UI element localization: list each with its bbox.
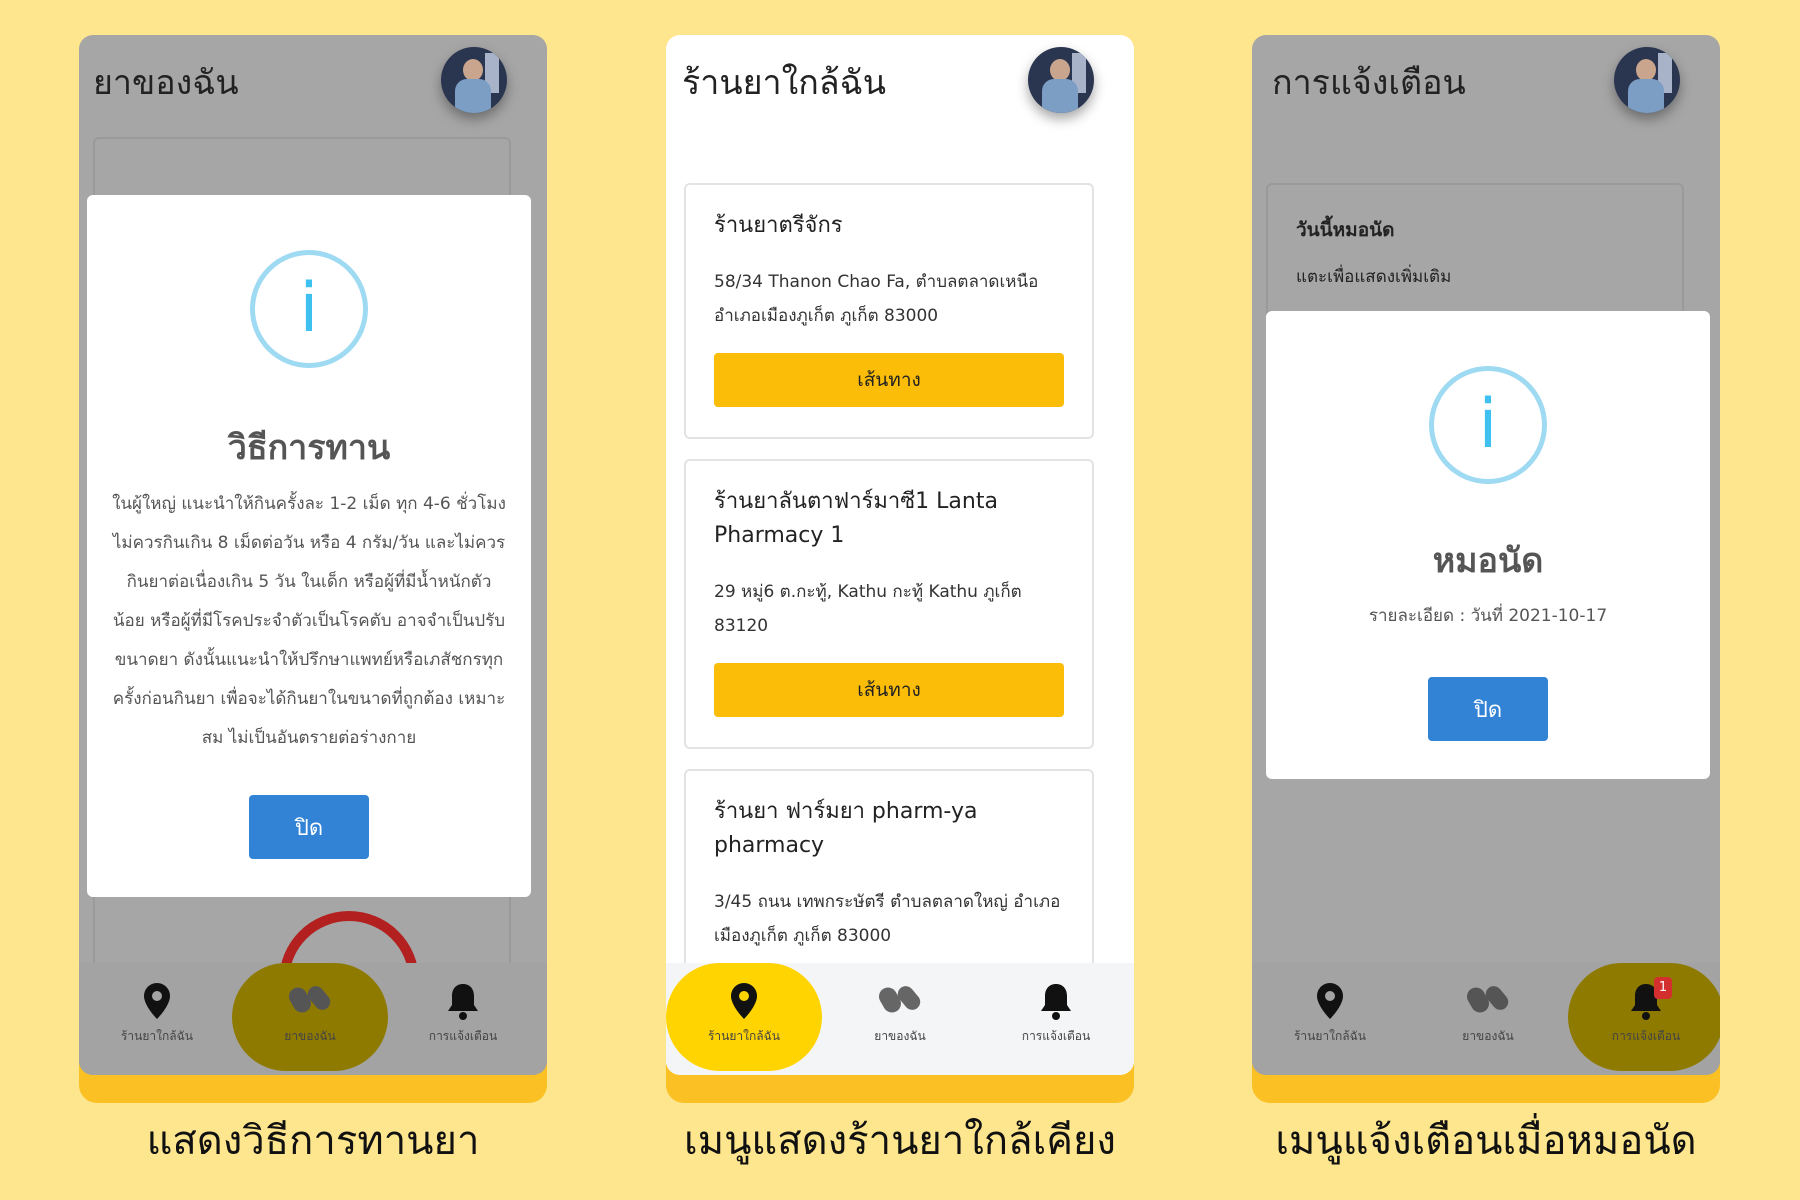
phone-nearby: ร้านยาใกล้ฉัน ร้านยาตรีจักร 58/34 Thanon… xyxy=(666,35,1134,1103)
notification-title: วันนี้หมอนัด xyxy=(1296,219,1395,241)
pharmacy-name: ร้านยาลันตาฟาร์มาซี1 Lanta Pharmacy 1 xyxy=(714,489,998,548)
nav-item-my-meds[interactable]: ยาของฉัน xyxy=(822,963,978,1075)
caption-my-meds: แสดงวิธีการทานยา xyxy=(146,1118,480,1164)
pills-icon xyxy=(1467,986,1509,1013)
map-pin-icon xyxy=(1317,983,1343,1019)
pharmacy-address: 3/45 ถนน เทพกระษัตรี ตำบลตลาดใหญ่ อำเภอเ… xyxy=(714,892,1061,946)
bell-icon xyxy=(448,984,478,1020)
notification-subtitle: แตะเพื่อแสดงเพิ่มเติม xyxy=(1296,267,1452,287)
phone-screen: ร้านยาใกล้ฉัน ร้านยาตรีจักร 58/34 Thanon… xyxy=(666,35,1134,1075)
pharmacy-name: ร้านยาตรีจักร xyxy=(714,213,843,238)
nav-label: ร้านยาใกล้ฉัน xyxy=(120,1029,193,1043)
modal-title: วิธีการทาน xyxy=(227,428,391,468)
pills-icon xyxy=(879,986,921,1013)
app-header: การแจ้งเตือน xyxy=(1252,35,1720,125)
close-button[interactable]: ปิด xyxy=(249,795,369,859)
page-title: ร้านยาใกล้ฉัน xyxy=(682,63,887,103)
avatar[interactable] xyxy=(441,47,507,113)
directions-button[interactable]: เส้นทาง xyxy=(714,353,1064,407)
bottom-nav: ร้านยาใกล้ฉัน ยาของฉัน การแจ้งเตือน xyxy=(666,963,1134,1075)
phone-screen: ยาของฉัน ร้านยาใกล้ฉัน ยาของฉัน การแจ้งเ… xyxy=(79,35,547,1075)
pharmacy-card: ร้านยาลันตาฟาร์มาซี1 Lanta Pharmacy 1 29… xyxy=(684,459,1094,749)
pills-icon xyxy=(289,986,331,1013)
nav-label: ยาของฉัน xyxy=(1462,1029,1514,1043)
app-header: ร้านยาใกล้ฉัน xyxy=(666,35,1134,125)
bell-icon xyxy=(1041,984,1071,1020)
pharmacy-address: 29 หมู่6 ต.กะทู้, Kathu กะทู้ Kathu ภูเก… xyxy=(714,582,1022,636)
modal-text: รายละเอียด : วันที่ 2021-10-17 xyxy=(1368,606,1608,626)
avatar[interactable] xyxy=(1028,47,1094,113)
avatar[interactable] xyxy=(1614,47,1680,113)
notification-badge: 1 xyxy=(1654,977,1672,999)
instructions-modal: i วิธีการทาน ในผู้ใหญ่ แนะนำให้กินครั้งล… xyxy=(87,195,531,897)
nav-item-nearby[interactable]: ร้านยาใกล้ฉัน xyxy=(1252,963,1408,1075)
nav-item-my-meds[interactable]: ยาของฉัน xyxy=(1410,963,1566,1075)
bottom-nav: ร้านยาใกล้ฉัน ยาของฉัน การแจ้งเตือน xyxy=(79,963,547,1075)
bottom-nav: ร้านยาใกล้ฉัน ยาของฉัน 1 การแจ้งเตือน xyxy=(1252,963,1720,1075)
nav-item-my-meds[interactable]: ยาของฉัน xyxy=(232,963,388,1075)
app-header: ยาของฉัน xyxy=(79,35,547,125)
pharmacy-card: ร้านยาตรีจักร 58/34 Thanon Chao Fa, ตำบล… xyxy=(684,183,1094,439)
nav-label: การแจ้งเตือน xyxy=(1611,1029,1681,1043)
nav-item-nearby[interactable]: ร้านยาใกล้ฉัน xyxy=(666,963,822,1075)
modal-title: หมอนัด xyxy=(1432,541,1544,581)
phone-my-meds: ยาของฉัน ร้านยาใกล้ฉัน ยาของฉัน การแจ้งเ… xyxy=(79,35,547,1103)
caption-notify: เมนูแจ้งเตือนเมื่อหมอนัด xyxy=(1275,1118,1697,1164)
pharmacy-name: ร้านยา ฟาร์มยา pharm-ya pharmacy xyxy=(714,799,978,858)
nav-item-notify[interactable]: การแจ้งเตือน xyxy=(385,963,541,1075)
nav-label: การแจ้งเตือน xyxy=(428,1029,498,1043)
nav-label: การแจ้งเตือน xyxy=(1021,1029,1091,1043)
nav-label: ยาของฉัน xyxy=(284,1029,336,1043)
appointment-modal: i หมอนัด รายละเอียด : วันที่ 2021-10-17 … xyxy=(1266,311,1710,779)
map-pin-icon xyxy=(144,983,170,1019)
info-icon: i xyxy=(250,250,368,368)
nav-label: ยาของฉัน xyxy=(874,1029,926,1043)
directions-button[interactable]: เส้นทาง xyxy=(714,663,1064,717)
nav-label: ร้านยาใกล้ฉัน xyxy=(1293,1029,1366,1043)
map-pin-icon xyxy=(731,983,757,1019)
pharmacy-address: 58/34 Thanon Chao Fa, ตำบลตลาดเหนือ อำเภ… xyxy=(714,272,1039,326)
phone-notify: การแจ้งเตือน วันนี้หมอนัด แตะเพื่อแสดงเพ… xyxy=(1252,35,1720,1103)
nav-label: ร้านยาใกล้ฉัน xyxy=(707,1029,780,1043)
phone-screen: การแจ้งเตือน วันนี้หมอนัด แตะเพื่อแสดงเพ… xyxy=(1252,35,1720,1075)
page-title: การแจ้งเตือน xyxy=(1272,63,1466,103)
nav-item-nearby[interactable]: ร้านยาใกล้ฉัน xyxy=(79,963,235,1075)
page-title: ยาของฉัน xyxy=(93,63,239,103)
nav-item-notify[interactable]: การแจ้งเตือน xyxy=(978,963,1134,1075)
caption-nearby: เมนูแสดงร้านยาใกล้เคียง xyxy=(684,1118,1116,1164)
close-button[interactable]: ปิด xyxy=(1428,677,1548,741)
info-icon: i xyxy=(1429,366,1547,484)
notification-card[interactable]: วันนี้หมอนัด แตะเพื่อแสดงเพิ่มเติม xyxy=(1266,183,1684,327)
modal-text: ในผู้ใหญ่ แนะนำให้กินครั้งละ 1-2 เม็ด ทุ… xyxy=(112,494,506,748)
nav-item-notify[interactable]: 1 การแจ้งเตือน xyxy=(1568,963,1720,1075)
